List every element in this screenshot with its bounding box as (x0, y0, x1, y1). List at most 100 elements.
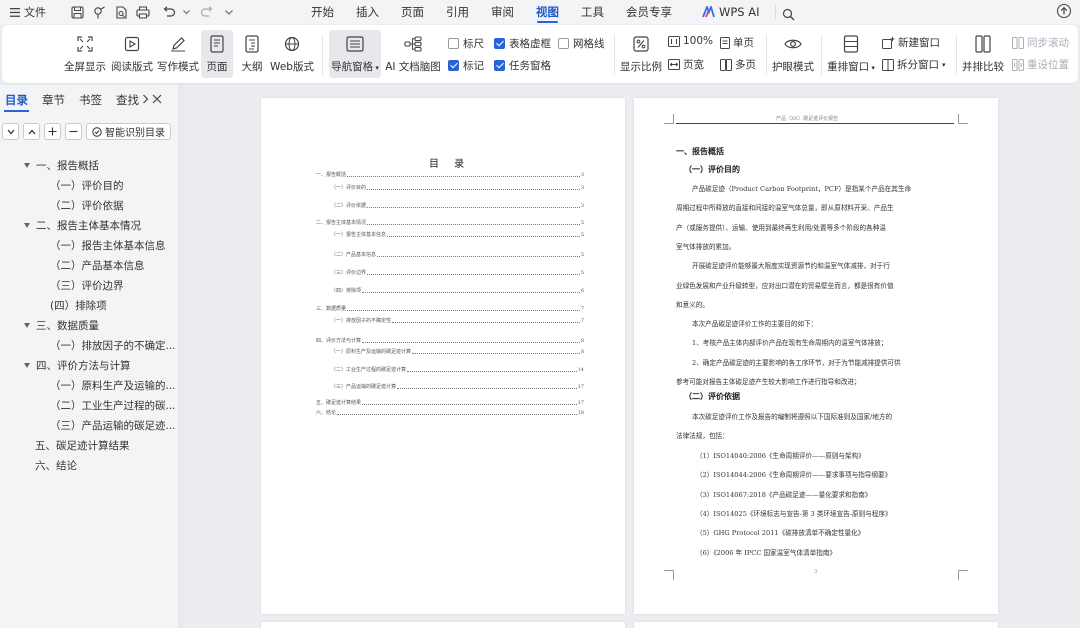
page-width-button[interactable]: 页宽 (668, 57, 704, 72)
multi-page-button[interactable]: 多页 (720, 57, 756, 72)
reset-position-button[interactable]: 重设位置 (1012, 57, 1069, 72)
add-heading-button[interactable] (44, 123, 61, 140)
toc-entry[interactable]: （三）产品运输的碳足迹计算 17 (331, 383, 584, 390)
tab-review[interactable]: 审阅 (480, 0, 525, 24)
toc-tree-item[interactable]: （三）产品运输的碳足迹... (0, 415, 178, 435)
smart-toc-button[interactable]: 智能识别目录 (86, 123, 171, 140)
split-window-button[interactable]: 拆分窗口 ▾ (882, 57, 946, 72)
expand-triangle-icon[interactable] (24, 222, 30, 228)
toc-tree-item[interactable]: （一）评价目的 (0, 175, 178, 195)
tab-member[interactable]: 会员专享 (615, 0, 683, 24)
toc-tree-item[interactable]: （二）工业生产过程的碳... (0, 395, 178, 415)
toc-tree-item[interactable]: 四、评价方法与计算 (0, 355, 178, 375)
more-quick-access-icon[interactable] (220, 3, 238, 21)
tab-insert[interactable]: 插入 (345, 0, 390, 24)
toc-entry[interactable]: （二）工业生产过程的碳足迹计算 14 (331, 366, 584, 373)
print-icon[interactable] (134, 3, 152, 21)
fullscreen-button[interactable]: 全屏显示 (60, 30, 110, 78)
zoom-button[interactable]: 显示比例 (619, 30, 663, 78)
web-view-button[interactable]: Web版式 (269, 30, 315, 78)
toc-entry[interactable]: （一）报告主体基本信息 5 (331, 231, 584, 238)
tab-tools[interactable]: 工具 (570, 0, 615, 24)
outline-view-button[interactable]: 大纲 (236, 30, 268, 78)
toc-entry[interactable]: （一）评价目的 3 (331, 184, 584, 191)
save-icon[interactable] (68, 3, 86, 21)
toc-entry[interactable]: （四）排除项 6 (331, 287, 584, 294)
toc-tree-item[interactable]: （一）原料生产及运输的... (0, 375, 178, 395)
marks-checkbox[interactable]: 标记 (448, 58, 484, 73)
toc-entry[interactable]: 四、评价方法与计算 8 (316, 337, 584, 344)
expand-triangle-icon[interactable] (24, 362, 30, 368)
toc-tree-item[interactable]: 三、数据质量 (0, 315, 178, 335)
ruler-checkbox[interactable]: 标尺 (448, 36, 484, 51)
toc-tree-item[interactable]: 六、结论 (0, 455, 178, 475)
toc-tree-item[interactable]: （二）评价依据 (0, 195, 178, 215)
tab-references[interactable]: 引用 (435, 0, 480, 24)
redo-icon[interactable] (198, 3, 216, 21)
ai-mindmap-button[interactable]: AI 文档脑图 (383, 30, 443, 78)
expand-triangle-icon[interactable] (24, 162, 30, 168)
document-page-next[interactable] (634, 622, 998, 628)
toc-tree-item[interactable]: （一）排放因子的不确定... (0, 335, 178, 355)
nav-tab-find[interactable]: 查找 (111, 85, 144, 115)
toc-entry[interactable]: 一、报告概括 3 (316, 171, 584, 178)
search-button[interactable] (774, 5, 801, 21)
toc-entry[interactable]: 三、数据质量 7 (316, 305, 584, 312)
document-page-toc[interactable]: 目 录 一、报告概括 3 （一）评价目的 3 （二）评价依据 3 二、报告主体基本情况 5 （一… (261, 98, 625, 614)
toc-entry[interactable]: 六、结论 18 (316, 409, 584, 416)
table-gridlines-checkbox[interactable]: 表格虚框 (494, 36, 551, 51)
reading-mode-button[interactable]: 阅读版式 (109, 30, 155, 78)
toc-tree-item[interactable]: 一、报告概括 (0, 155, 178, 175)
export-pdf-icon[interactable] (90, 3, 108, 21)
eye-protection-button[interactable]: 护眼模式 (770, 30, 816, 78)
toc-tree-item[interactable]: 二、报告主体基本情况 (0, 215, 178, 235)
toc-tree-item[interactable]: （一）报告主体基本信息 (0, 235, 178, 255)
sync-scroll-button[interactable]: 同步滚动 (1012, 35, 1069, 50)
nav-tab-bookmarks[interactable]: 书签 (74, 85, 107, 115)
toc-entry[interactable]: （三）评价边界 5 (331, 269, 584, 276)
document-page-next[interactable] (261, 622, 625, 628)
file-menu-button[interactable]: 文件 (6, 2, 50, 22)
toc-entry[interactable]: （二）产品基本信息 5 (331, 251, 584, 258)
new-window-button[interactable]: 新建窗口 (882, 35, 940, 50)
chevron-up-icon (28, 129, 35, 134)
remove-heading-button[interactable] (65, 123, 82, 140)
toc-entry[interactable]: 二、报告主体基本情况 5 (316, 219, 584, 226)
body-line: 1、考核产品主体内部评价产品在现有生命周期内的温室气体排放； (692, 339, 888, 348)
page-view-button[interactable]: 页面 (201, 30, 233, 78)
writing-mode-button[interactable]: 写作模式 (155, 30, 201, 78)
rearrange-window-button[interactable]: 重排窗口 ▾ (825, 30, 877, 78)
toc-entry[interactable]: （二）评价依据 3 (331, 202, 584, 209)
task-pane-checkbox[interactable]: 任务窗格 (494, 58, 551, 73)
upload-button[interactable] (1056, 3, 1072, 22)
print-preview-icon[interactable] (112, 3, 130, 21)
nav-pane-splitter[interactable] (178, 85, 184, 628)
toc-entry[interactable]: （一）排放因子的不确定性 7 (331, 317, 584, 324)
nav-pane-button[interactable]: 导航窗格 ▾ (329, 30, 381, 78)
gridlines-checkbox[interactable]: 网格线 (558, 36, 605, 51)
expand-all-button[interactable] (23, 123, 40, 140)
side-by-side-button[interactable]: 并排比较 (960, 30, 1006, 78)
toc-entry[interactable]: （一）原料生产及运输的碳足迹计算 8 (331, 348, 584, 355)
tab-wps-ai[interactable]: WPS AI (691, 0, 771, 24)
toc-leader-dots (412, 353, 580, 354)
expand-triangle-icon[interactable] (24, 322, 30, 328)
tab-view[interactable]: 视图 (525, 0, 570, 24)
collapse-all-button[interactable] (2, 123, 19, 140)
nav-tab-chapters[interactable]: 章节 (37, 85, 70, 115)
single-page-button[interactable]: 单页 (720, 35, 754, 50)
toc-tree-item[interactable]: 五、碳足迹计算结果 (0, 435, 178, 455)
undo-icon[interactable] (160, 3, 178, 21)
toc-entry[interactable]: 五、碳足迹计算结果 17 (316, 399, 584, 406)
tab-page[interactable]: 页面 (390, 0, 435, 24)
toc-tree-item[interactable]: （三）评价边界 (0, 275, 178, 295)
tab-home[interactable]: 开始 (300, 0, 345, 24)
ribbon-divider (956, 35, 957, 75)
undo-dropdown-icon[interactable] (182, 3, 190, 21)
toc-tree-item[interactable]: (四）排除项 (0, 295, 178, 315)
zoom-100-button[interactable]: 100% (668, 35, 713, 47)
nav-tab-toc[interactable]: 目录 (0, 85, 33, 115)
toc-tree-item[interactable]: （二）产品基本信息 (0, 255, 178, 275)
document-page-content[interactable]: 产品（XX）碳足迹评价报告 一、报告概括 （一）评价目的 产品碳足迹（Produ… (634, 98, 998, 614)
close-icon[interactable] (152, 94, 162, 107)
